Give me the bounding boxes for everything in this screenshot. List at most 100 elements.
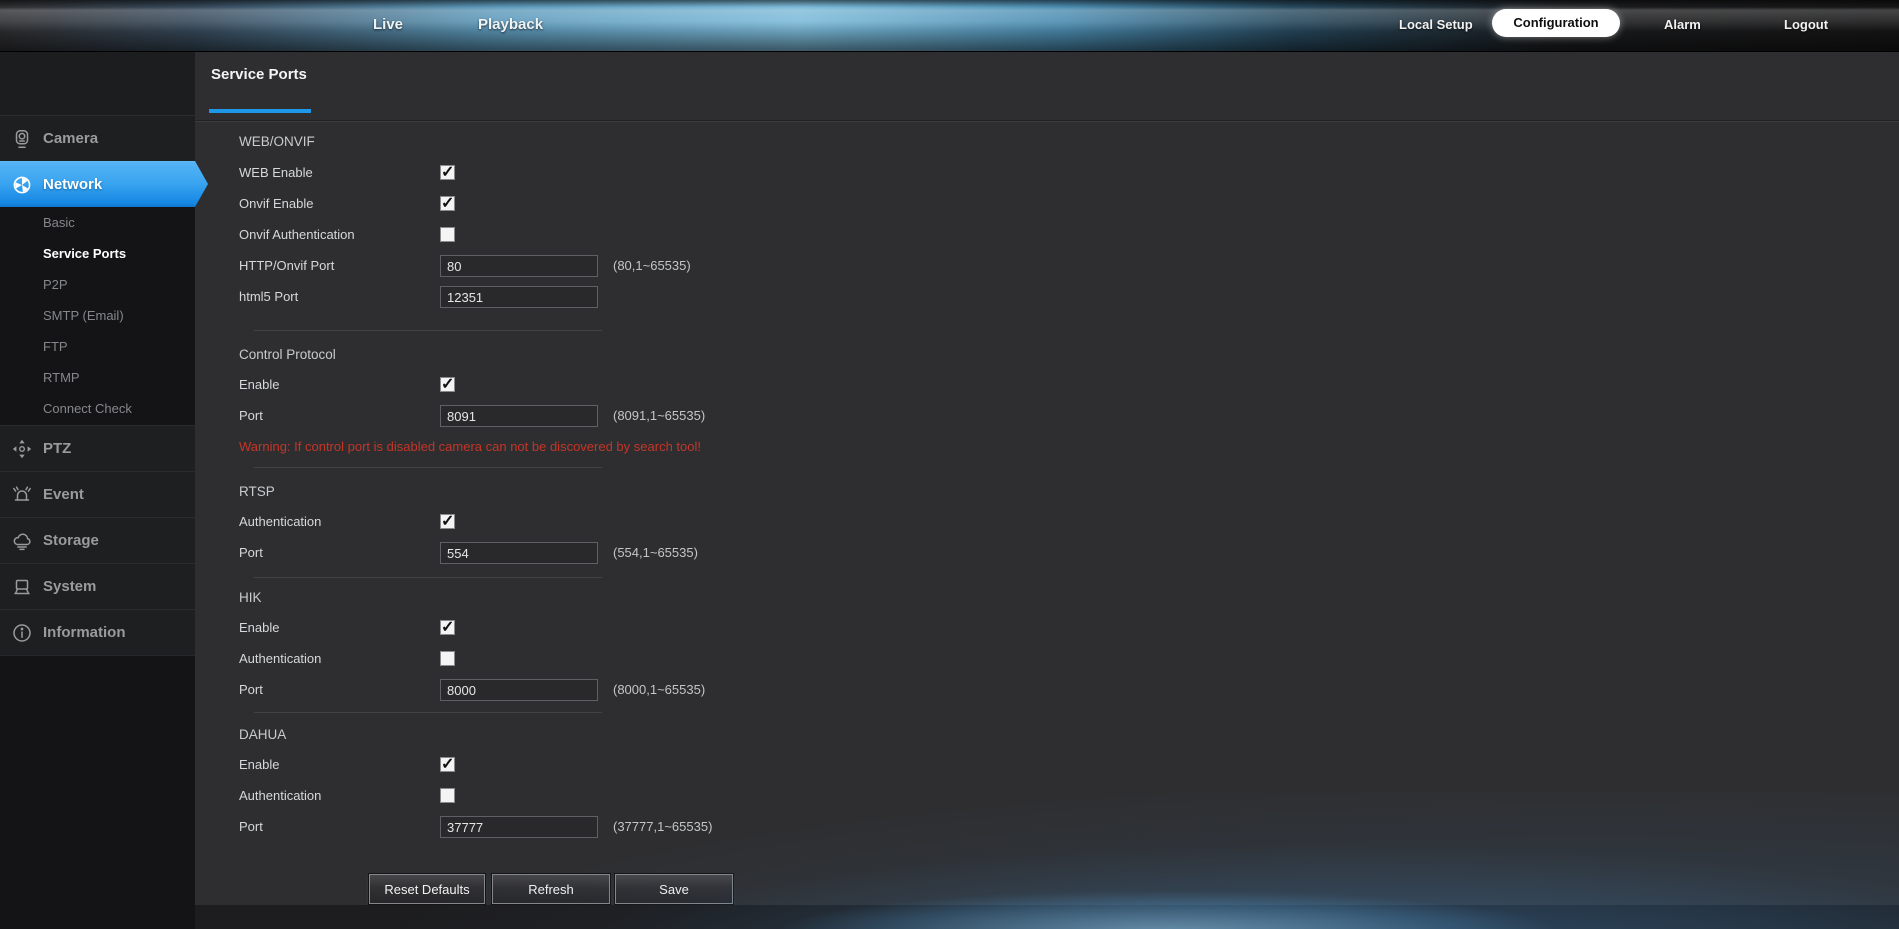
- section-title-hik: HIK: [239, 586, 262, 610]
- sidebar-item-storage[interactable]: Storage: [0, 517, 195, 563]
- field-hint: (37777,1~65535): [613, 815, 712, 839]
- field-label: Port: [239, 541, 263, 565]
- form-row: Enable ✓: [239, 616, 1189, 640]
- field-label: Onvif Enable: [239, 192, 313, 216]
- menu-alarm[interactable]: Alarm: [1664, 17, 1701, 32]
- tabbar-divider: [195, 120, 1899, 122]
- field-hint: (80,1~65535): [613, 254, 691, 278]
- control-port-warning: Warning: If control port is disabled cam…: [239, 435, 701, 459]
- field-label: Onvif Authentication: [239, 223, 355, 247]
- ptz-icon: [11, 438, 35, 460]
- sidebar-item-label: Event: [43, 486, 84, 503]
- sidebar: Camera Network Basic Service Ports P2P S…: [0, 52, 195, 929]
- html5-port-input[interactable]: [440, 286, 598, 308]
- sidebar-item-label: Storage: [43, 532, 99, 549]
- form-row: Authentication: [239, 647, 1189, 671]
- sidebar-item-system[interactable]: System: [0, 563, 195, 609]
- sidebar-item-event[interactable]: Event: [0, 471, 195, 517]
- form-row: Port (8000,1~65535): [239, 678, 1189, 702]
- save-button[interactable]: Save: [615, 874, 733, 904]
- tab-active-underline: [209, 109, 311, 113]
- field-label: Port: [239, 678, 263, 702]
- reset-defaults-button[interactable]: Reset Defaults: [369, 874, 485, 904]
- submenu-item-smtp[interactable]: SMTP (Email): [0, 300, 195, 331]
- main-content: Service Ports WEB/ONVIF WEB Enable ✓ Onv…: [195, 52, 1899, 929]
- sidebar-item-information[interactable]: Information: [0, 609, 195, 655]
- submenu-item-p2p[interactable]: P2P: [0, 269, 195, 300]
- field-label: Port: [239, 815, 263, 839]
- form-row: Authentication: [239, 784, 1189, 808]
- onvif-authentication-checkbox[interactable]: [440, 227, 455, 242]
- form-row: Enable ✓: [239, 373, 1189, 397]
- dahua-enable-checkbox[interactable]: ✓: [440, 757, 455, 772]
- form-row: Enable ✓: [239, 753, 1189, 777]
- form-row: Authentication ✓: [239, 510, 1189, 534]
- field-label: Enable: [239, 616, 279, 640]
- field-label: Enable: [239, 373, 279, 397]
- hik-port-input[interactable]: [440, 679, 598, 701]
- page-tab-service-ports[interactable]: Service Ports: [211, 66, 307, 83]
- hik-enable-checkbox[interactable]: ✓: [440, 620, 455, 635]
- sidebar-item-label: Network: [43, 176, 102, 193]
- sidebar-divider: [0, 655, 195, 656]
- sidebar-item-camera[interactable]: Camera: [0, 115, 195, 161]
- tab-playback[interactable]: Playback: [478, 16, 543, 33]
- refresh-button[interactable]: Refresh: [492, 874, 610, 904]
- field-hint: (8000,1~65535): [613, 678, 705, 702]
- web-enable-checkbox[interactable]: ✓: [440, 165, 455, 180]
- menu-logout[interactable]: Logout: [1784, 17, 1828, 32]
- sidebar-item-label: Camera: [43, 130, 98, 147]
- form-row: Port (8091,1~65535): [239, 404, 1189, 428]
- tab-live[interactable]: Live: [373, 16, 403, 33]
- hik-authentication-checkbox[interactable]: [440, 651, 455, 666]
- section-divider: [254, 577, 602, 578]
- sidebar-item-label: Information: [43, 624, 126, 641]
- system-icon: [11, 576, 35, 598]
- event-icon: [11, 484, 35, 506]
- rtsp-authentication-checkbox[interactable]: ✓: [440, 514, 455, 529]
- section-title-dahua: DAHUA: [239, 723, 286, 747]
- control-port-input[interactable]: [440, 405, 598, 427]
- submenu-item-rtmp[interactable]: RTMP: [0, 362, 195, 393]
- storage-icon: [11, 530, 35, 552]
- submenu-item-ftp[interactable]: FTP: [0, 331, 195, 362]
- form-row: Onvif Enable ✓: [239, 192, 1189, 216]
- control-enable-checkbox[interactable]: ✓: [440, 377, 455, 392]
- field-label: Port: [239, 404, 263, 428]
- field-label: Authentication: [239, 510, 321, 534]
- dahua-port-input[interactable]: [440, 816, 598, 838]
- sidebar-item-label: PTZ: [43, 440, 71, 457]
- section-divider: [254, 330, 602, 331]
- field-label: html5 Port: [239, 285, 298, 309]
- sidebar-top-gap: [0, 52, 195, 115]
- field-label: Authentication: [239, 647, 321, 671]
- app-window: Live Playback Local Setup Configuration …: [0, 0, 1899, 929]
- rtsp-port-input[interactable]: [440, 542, 598, 564]
- footer-band: [195, 905, 1899, 929]
- submenu-item-connect-check[interactable]: Connect Check: [0, 393, 195, 424]
- field-label: Enable: [239, 753, 279, 777]
- camera-icon: [11, 128, 35, 150]
- menu-local-setup[interactable]: Local Setup: [1399, 17, 1473, 32]
- form-row: Port (554,1~65535): [239, 541, 1189, 565]
- field-label: WEB Enable: [239, 161, 313, 185]
- dahua-authentication-checkbox[interactable]: [440, 788, 455, 803]
- http-onvif-port-input[interactable]: [440, 255, 598, 277]
- section-title-rtsp: RTSP: [239, 480, 275, 504]
- form-row: Port (37777,1~65535): [239, 815, 1189, 839]
- network-submenu: Basic Service Ports P2P SMTP (Email) FTP…: [0, 207, 195, 424]
- onvif-enable-checkbox[interactable]: ✓: [440, 196, 455, 211]
- section-title-control-protocol: Control Protocol: [239, 343, 336, 367]
- menu-configuration[interactable]: Configuration: [1492, 9, 1620, 37]
- field-hint: (554,1~65535): [613, 541, 698, 565]
- section-divider: [254, 712, 602, 713]
- section-title-web-onvif: WEB/ONVIF: [239, 130, 315, 154]
- form-row: Onvif Authentication: [239, 223, 1189, 247]
- sidebar-item-ptz[interactable]: PTZ: [0, 425, 195, 471]
- submenu-item-basic[interactable]: Basic: [0, 207, 195, 238]
- form-row: html5 Port: [239, 285, 1189, 309]
- submenu-item-service-ports[interactable]: Service Ports: [0, 238, 195, 269]
- sidebar-item-network[interactable]: Network: [0, 161, 208, 207]
- section-divider: [254, 467, 602, 468]
- field-label: Authentication: [239, 784, 321, 808]
